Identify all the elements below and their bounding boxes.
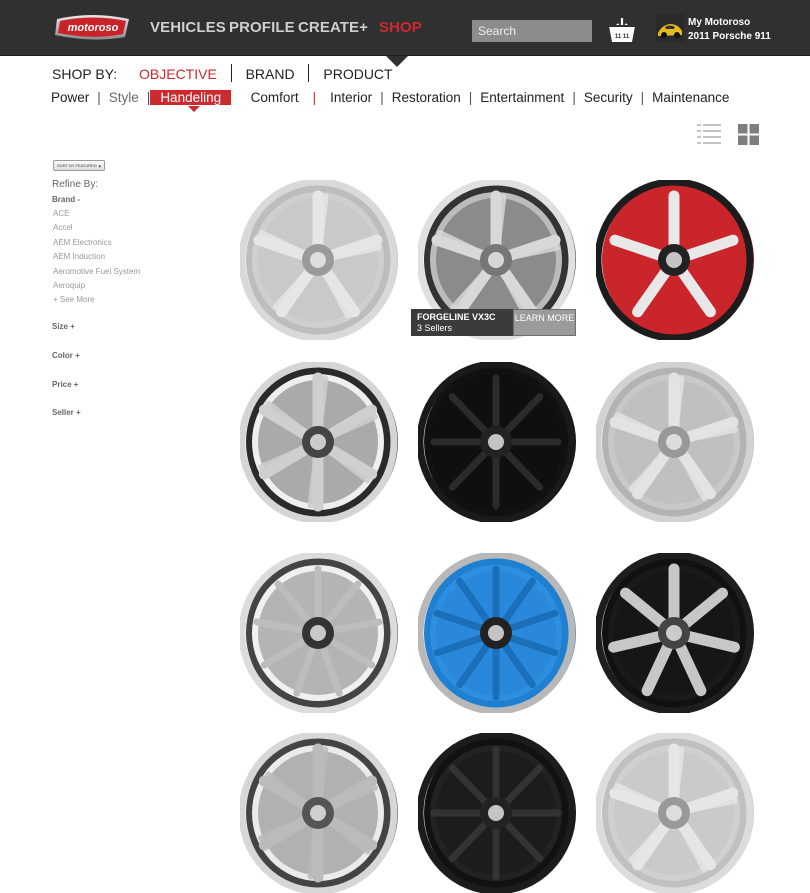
product-wheel-image[interactable] (596, 180, 756, 340)
see-more-brands-link[interactable]: + See More (53, 295, 140, 309)
product-hover-card: FORGELINE VX3C 3 Sellers LEARN MORE (411, 309, 576, 336)
active-category-pointer (188, 106, 200, 112)
category-power[interactable]: Power (51, 90, 89, 105)
product-wheel-image[interactable] (240, 733, 400, 893)
product-name[interactable]: FORGELINE VX3C 3 Sellers (411, 309, 513, 336)
divider: | (312, 90, 317, 105)
product-wheel-image[interactable] (596, 733, 756, 893)
product-wheel-image[interactable] (418, 362, 578, 522)
shop-by-label: SHOP BY: (52, 66, 118, 82)
product-wheel-image[interactable] (240, 180, 400, 340)
objective-category-bar: Power | Style | Handeling | Comfort | Interior | R… (51, 90, 729, 105)
color-filter-toggle[interactable]: Color + (52, 351, 80, 360)
product-wheel-image[interactable] (240, 362, 400, 522)
logo-text: motoroso (68, 22, 119, 34)
sort-label: SORT BY FEATURED (57, 163, 97, 168)
nav-create[interactable]: CREATE+ (298, 19, 368, 36)
my-motoroso-link[interactable]: My Motoroso (688, 17, 750, 28)
top-navigation-bar: motoroso VEHICLES PROFILE CREATE+ SHOP 1… (0, 0, 810, 56)
basket-count: 11 11 (614, 34, 630, 40)
product-wheel-image[interactable] (418, 733, 578, 893)
divider: | (97, 90, 101, 105)
category-interior[interactable]: Interior (330, 90, 372, 105)
product-title: FORGELINE VX3C (417, 312, 496, 322)
divider (308, 64, 310, 82)
seller-count: 3 Sellers (417, 323, 453, 333)
search-input[interactable] (472, 20, 592, 42)
refine-by-heading: Refine By: (52, 179, 99, 190)
brand-option[interactable]: AEM Induction (53, 252, 140, 266)
product-wheel-image[interactable] (418, 553, 578, 713)
price-filter-toggle[interactable]: Price + (52, 380, 78, 389)
category-style[interactable]: Style (109, 90, 139, 105)
category-restoration[interactable]: Restoration (392, 90, 461, 105)
category-comfort[interactable]: Comfort (251, 90, 299, 105)
chevron-down-icon: ▾ (98, 164, 101, 170)
divider: | (380, 90, 384, 105)
brand-option[interactable]: AEM Electronics (53, 238, 140, 252)
sort-select[interactable]: SORT BY FEATURED ▾ (53, 160, 105, 171)
nav-profile[interactable]: PROFILE (229, 19, 295, 36)
shop-by-bar: SHOP BY: OBJECTIVE BRAND PRODUCT (52, 64, 393, 82)
category-entertainment[interactable]: Entertainment (480, 90, 564, 105)
shop-by-product[interactable]: PRODUCT (323, 66, 392, 82)
category-maintenance[interactable]: Maintenance (652, 90, 729, 105)
brand-filter-list: ACE Accel AEM Electronics AEM Induction … (53, 209, 140, 310)
brand-option[interactable]: Accel (53, 223, 140, 237)
learn-more-button[interactable]: LEARN MORE (513, 309, 576, 336)
shop-by-brand[interactable]: BRAND (246, 66, 295, 82)
shop-by-objective[interactable]: OBJECTIVE (139, 66, 217, 82)
nav-shop[interactable]: SHOP (379, 19, 422, 36)
brand-option[interactable]: ACE (53, 209, 140, 223)
seller-filter-toggle[interactable]: Seller + (52, 408, 81, 417)
divider: | (640, 90, 645, 105)
product-wheel-image[interactable] (596, 362, 756, 522)
product-wheel-image[interactable] (596, 553, 756, 713)
size-filter-toggle[interactable]: Size + (52, 322, 75, 331)
nav-vehicles[interactable]: VEHICLES (150, 19, 226, 36)
my-vehicle-name: 2011 Porsche 911 (688, 31, 771, 42)
list-view-icon[interactable] (697, 124, 721, 144)
divider: | (468, 90, 473, 105)
divider (230, 64, 232, 82)
category-handeling[interactable]: Handeling (150, 90, 232, 105)
brand-option[interactable]: Aeromotive Fuel System (53, 267, 140, 281)
brand-option[interactable]: Aeroquip (53, 281, 140, 295)
motoroso-logo[interactable]: motoroso (53, 13, 133, 41)
category-security[interactable]: Security (584, 90, 633, 105)
divider: | (572, 90, 576, 105)
product-wheel-image[interactable] (240, 553, 400, 713)
vehicle-avatar[interactable] (656, 14, 684, 42)
grid-view-icon[interactable] (738, 124, 759, 145)
brand-filter-toggle[interactable]: Brand - (52, 195, 80, 204)
